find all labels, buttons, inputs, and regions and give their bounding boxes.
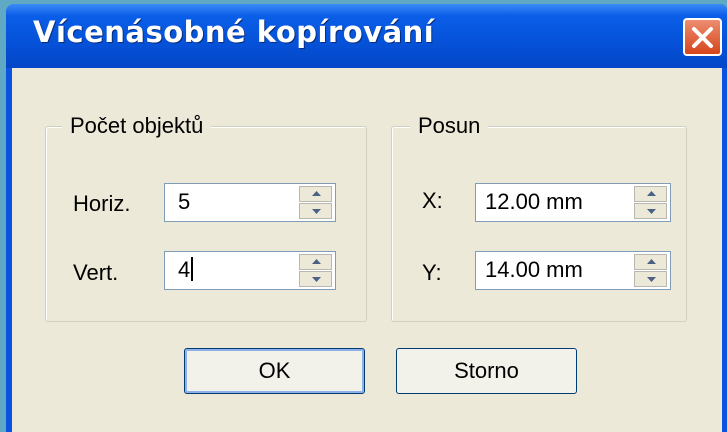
arrow-down-icon [312, 209, 321, 214]
title-bar[interactable]: Vícenásobné kopírování [6, 4, 727, 68]
y-spinner[interactable]: 14.00 mm [475, 251, 671, 290]
horiz-label: Horiz. [73, 191, 131, 216]
horiz-value[interactable]: 5 [178, 189, 190, 215]
y-value[interactable]: 14.00 mm [485, 257, 583, 283]
text-cursor [191, 257, 194, 281]
x-label: X: [422, 188, 443, 213]
ok-button[interactable]: OK [184, 348, 365, 394]
vert-label: Vert. [73, 260, 119, 285]
y-label: Y: [422, 260, 442, 285]
offset-group-label: Posun [410, 113, 489, 139]
arrow-up-icon [312, 259, 321, 264]
y-decrement-button[interactable] [634, 271, 667, 287]
close-button[interactable] [683, 18, 722, 56]
count-group: Počet objektů [45, 113, 367, 322]
offset-group: Posun [391, 113, 687, 322]
dialog-window: Vícenásobné kopírování Počet objektů Hor… [6, 4, 727, 432]
y-increment-button[interactable] [634, 254, 667, 270]
x-increment-button[interactable] [634, 186, 667, 202]
count-group-label: Počet objektů [62, 113, 212, 139]
vert-spinner[interactable]: 4 [164, 251, 336, 290]
arrow-down-icon [647, 277, 656, 282]
close-icon [692, 27, 713, 48]
x-spinner[interactable]: 12.00 mm [475, 183, 671, 222]
dialog-title: Vícenásobné kopírování [33, 15, 435, 49]
vert-decrement-button[interactable] [299, 271, 332, 287]
horiz-decrement-button[interactable] [299, 203, 332, 219]
arrow-down-icon [647, 209, 656, 214]
vert-value-wrap[interactable]: 4 [178, 257, 194, 283]
x-decrement-button[interactable] [634, 203, 667, 219]
horiz-increment-button[interactable] [299, 186, 332, 202]
arrow-up-icon [312, 191, 321, 196]
arrow-up-icon [647, 259, 656, 264]
dialog-body: Počet objektů Horiz. 5 Vert. 4 Posun X: … [12, 68, 722, 432]
arrow-down-icon [312, 277, 321, 282]
arrow-up-icon [647, 191, 656, 196]
vert-increment-button[interactable] [299, 254, 332, 270]
horiz-spinner[interactable]: 5 [164, 183, 336, 222]
vert-value: 4 [178, 257, 191, 282]
cancel-button[interactable]: Storno [396, 348, 577, 394]
x-value[interactable]: 12.00 mm [485, 189, 583, 215]
